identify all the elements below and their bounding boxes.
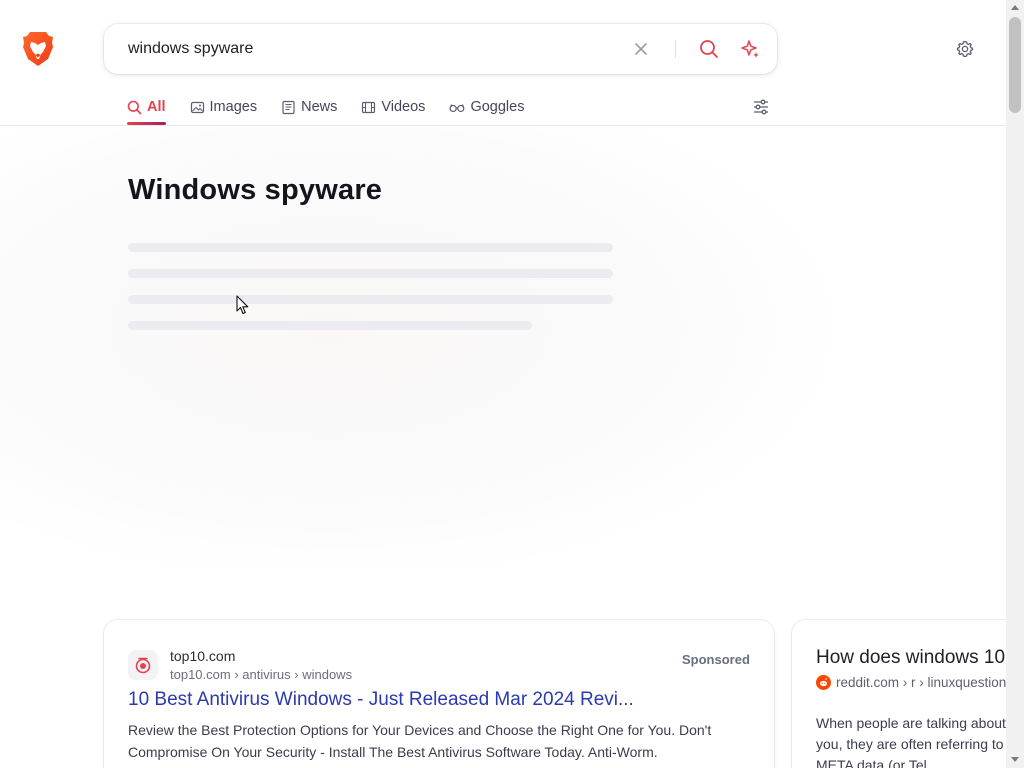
result-description: When people are talking about windows sp… xyxy=(816,715,1024,768)
scroll-down-arrow-icon[interactable] xyxy=(1011,757,1019,762)
tab-all[interactable]: All xyxy=(127,96,166,125)
result-description: Review the Best Protection Options for Y… xyxy=(128,722,712,760)
tab-goggles[interactable]: Goggles xyxy=(449,96,524,118)
sponsored-badge: Sponsored xyxy=(682,652,750,667)
header: All Images News Videos Goggles xyxy=(0,0,1006,126)
tab-images[interactable]: Images xyxy=(190,96,258,118)
filters-icon[interactable] xyxy=(751,97,771,117)
search-divider xyxy=(675,40,676,58)
result-tabs: All Images News Videos Goggles xyxy=(127,96,548,126)
sponsored-result-card: top10.com top10.com › antivirus › window… xyxy=(104,620,774,768)
page-title: Windows spyware xyxy=(128,174,383,206)
tab-label: Images xyxy=(209,99,258,115)
scroll-up-arrow-icon[interactable] xyxy=(1011,5,1019,10)
loading-skeleton-line xyxy=(128,321,532,330)
result-source: reddit.com › r › linuxquestions xyxy=(816,675,1013,690)
search-icon[interactable] xyxy=(698,38,720,60)
result-breadcrumb: reddit.com › r › linuxquestions xyxy=(836,675,1014,690)
reddit-icon xyxy=(816,675,831,690)
sparkle-icon[interactable] xyxy=(740,38,762,60)
loading-skeleton-line xyxy=(128,269,613,278)
side-result-card[interactable]: How does windows 10 reddit.com › r › lin… xyxy=(792,620,1024,768)
site-favicon xyxy=(128,650,158,680)
glasses-icon xyxy=(450,103,465,112)
result-title-link[interactable]: 10 Best Antivirus Windows - Just Release… xyxy=(128,689,634,711)
scrollbar-thumb[interactable] xyxy=(1009,17,1021,113)
result-title-link[interactable]: How does windows 10 xyxy=(816,647,1005,669)
brave-logo-icon[interactable] xyxy=(22,31,54,67)
result-breadcrumb: top10.com › antivirus › windows xyxy=(170,667,353,682)
search-bar xyxy=(104,24,777,74)
loading-skeleton-line xyxy=(128,243,613,252)
tab-news[interactable]: News xyxy=(281,96,337,118)
newspaper-icon xyxy=(282,100,295,114)
search-icon xyxy=(127,100,142,114)
image-icon xyxy=(190,101,204,113)
close-icon[interactable] xyxy=(632,40,650,58)
top10-logo-icon xyxy=(135,657,151,674)
search-input[interactable] xyxy=(128,39,608,59)
result-site-name[interactable]: top10.com xyxy=(170,648,235,664)
scrollbar[interactable] xyxy=(1006,0,1024,768)
mouse-cursor-icon xyxy=(236,295,250,315)
loading-skeleton-line xyxy=(128,295,613,304)
tab-label: All xyxy=(147,99,166,115)
gear-icon[interactable] xyxy=(955,39,975,59)
tab-label: Videos xyxy=(381,99,426,115)
tab-videos[interactable]: Videos xyxy=(361,96,425,118)
tab-label: News xyxy=(301,99,338,115)
tab-label: Goggles xyxy=(470,99,525,115)
film-icon xyxy=(362,101,376,113)
